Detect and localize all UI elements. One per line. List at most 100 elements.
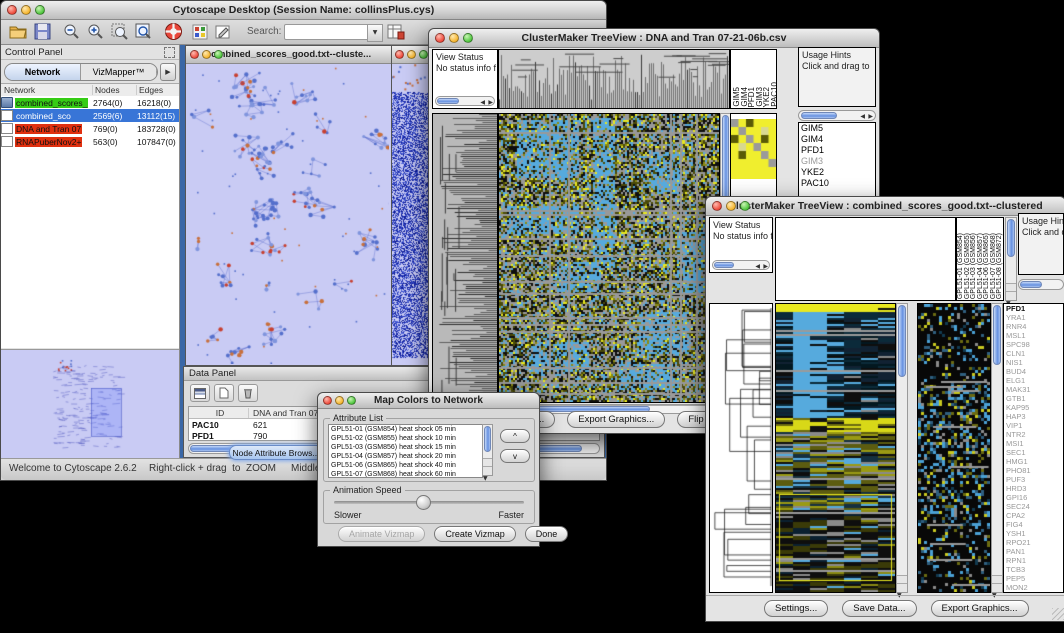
- tv2-heatmap-vscrollbar[interactable]: ▲ ▼: [896, 303, 908, 593]
- move-down-button[interactable]: v: [500, 449, 530, 463]
- tv2-action-button[interactable]: Export Graphics...: [931, 600, 1029, 617]
- scroll-thumb[interactable]: [993, 305, 1001, 365]
- scroll-right-icon[interactable]: ▶: [488, 99, 493, 106]
- help-lifesaver-icon[interactable]: [164, 22, 183, 41]
- network-row[interactable]: combined_sco 2569(6) 13112(15): [1, 109, 179, 122]
- zoom-button[interactable]: [347, 396, 356, 405]
- scroll-thumb[interactable]: [437, 98, 459, 104]
- network-row[interactable]: DNA and Tran 07 769(0) 183728(0): [1, 122, 179, 135]
- tv2-action-button[interactable]: Settings...: [764, 600, 828, 617]
- tv1-action-button[interactable]: Export Graphics...: [567, 411, 665, 428]
- network-overview[interactable]: [1, 349, 179, 459]
- scroll-down-icon[interactable]: ▼: [483, 475, 488, 482]
- scroll-right-icon[interactable]: ▶: [868, 113, 873, 121]
- gene-label[interactable]: CPA2: [1004, 511, 1063, 520]
- gene-label[interactable]: VIP1: [1004, 421, 1063, 430]
- scroll-thumb[interactable]: [722, 115, 729, 203]
- scroll-thumb[interactable]: [898, 305, 906, 377]
- float-panel-icon[interactable]: [164, 47, 175, 58]
- close-button[interactable]: [712, 201, 722, 211]
- gene-label[interactable]: PUF3: [1004, 475, 1063, 484]
- zoom-button[interactable]: [214, 50, 223, 59]
- treeview1-titlebar[interactable]: ClusterMaker TreeView : DNA and Tran 07-…: [429, 29, 879, 48]
- close-button[interactable]: [435, 33, 445, 43]
- gene-label[interactable]: HAP3: [1004, 412, 1063, 421]
- open-session-icon[interactable]: [9, 23, 27, 40]
- gene-label[interactable]: MSI1: [1004, 439, 1063, 448]
- close-button[interactable]: [7, 5, 17, 15]
- attribute-list-item[interactable]: GPL51-06 (GSM865) heat shock 40 min: [329, 461, 482, 470]
- network-row[interactable]: combined_scores_ 2764(0) 16218(0): [1, 96, 179, 109]
- scroll-thumb[interactable]: [1007, 219, 1015, 257]
- scroll-thumb[interactable]: [801, 112, 837, 119]
- gene-label[interactable]: FIG4: [1004, 520, 1063, 529]
- node-attribute-browser-button[interactable]: Node Attribute Brows...: [229, 445, 323, 460]
- gene-label[interactable]: SEC1: [1004, 448, 1063, 457]
- gene-label[interactable]: GIM5: [799, 123, 875, 134]
- gene-label[interactable]: PFD1: [799, 145, 875, 156]
- tv2-row-dendrogram[interactable]: [709, 303, 773, 593]
- tv2-zoom-heatmap[interactable]: [917, 303, 991, 593]
- column-label[interactable]: GPL51-08 (GSM872): [997, 233, 1004, 299]
- close-button[interactable]: [323, 396, 332, 405]
- attribute-list-item[interactable]: GPL51-02 (GSM855) heat shock 10 min: [329, 434, 482, 443]
- attribute-list-item[interactable]: GPL51-07 (GSM868) heat shock 60 min: [329, 470, 482, 478]
- gene-label[interactable]: SEC24: [1004, 502, 1063, 511]
- scroll-thumb[interactable]: [484, 426, 491, 452]
- attribute-list-scrollbar[interactable]: ▲ ▼: [482, 424, 493, 476]
- attribute-list-item[interactable]: GPL51-01 (GSM854) heat shock 05 min: [329, 425, 482, 434]
- dialog-button[interactable]: Animate Vizmap: [338, 526, 425, 542]
- treeview2-titlebar[interactable]: ClusterMaker TreeView : combined_scores_…: [706, 197, 1064, 216]
- attribute-list-item[interactable]: GPL51-04 (GSM857) heat shock 20 min: [329, 452, 482, 461]
- gene-label[interactable]: RNR4: [1004, 322, 1063, 331]
- network-canvas[interactable]: [186, 64, 389, 364]
- tv1-hints-scrollbar[interactable]: ◀▶: [798, 110, 876, 121]
- new-attribute-icon[interactable]: [214, 384, 234, 402]
- move-up-button[interactable]: ^: [500, 429, 530, 443]
- zoom-selected-icon[interactable]: [111, 23, 128, 40]
- gene-label[interactable]: GTB1: [1004, 394, 1063, 403]
- gene-label[interactable]: RPO21: [1004, 538, 1063, 547]
- gene-label[interactable]: TCB3: [1004, 565, 1063, 574]
- minimize-button[interactable]: [726, 201, 736, 211]
- delete-attribute-icon[interactable]: [238, 384, 258, 402]
- gene-label[interactable]: PAN1: [1004, 547, 1063, 556]
- attribute-list-item[interactable]: GPL51-03 (GSM856) heat shock 15 min: [329, 443, 482, 452]
- tab[interactable]: VizMapper™: [81, 64, 157, 80]
- main-titlebar[interactable]: Cytoscape Desktop (Session Name: collins…: [1, 1, 606, 20]
- search-dropdown-button[interactable]: ▼: [367, 24, 383, 42]
- zoom-button[interactable]: [35, 5, 45, 15]
- vizmapper-icon[interactable]: [192, 24, 208, 40]
- zoom-in-icon[interactable]: [87, 23, 104, 40]
- scroll-thumb[interactable]: [714, 262, 734, 268]
- save-session-icon[interactable]: [34, 23, 51, 40]
- dialog-button[interactable]: Create Vizmap: [434, 526, 515, 542]
- gene-label[interactable]: HRD3: [1004, 484, 1063, 493]
- tv2-genes-vscrollbar[interactable]: ▲ ▼: [991, 303, 1003, 593]
- gene-label[interactable]: ELG1: [1004, 376, 1063, 385]
- gene-label[interactable]: NIS1: [1004, 358, 1063, 367]
- attribute-browser-icon[interactable]: [387, 23, 405, 40]
- gene-label[interactable]: GIM3: [799, 156, 875, 167]
- gene-label[interactable]: GPI16: [1004, 493, 1063, 502]
- gene-label[interactable]: YRA1: [1004, 313, 1063, 322]
- scroll-left-icon[interactable]: ◀: [480, 99, 485, 106]
- close-button[interactable]: [190, 50, 199, 59]
- gene-label[interactable]: MSL1: [1004, 331, 1063, 340]
- tv2-action-button[interactable]: Save Data...: [842, 600, 916, 617]
- zoom-button[interactable]: [740, 201, 750, 211]
- resize-grip[interactable]: [1052, 608, 1064, 620]
- gene-label[interactable]: PEP5: [1004, 574, 1063, 583]
- network-frame-titlebar[interactable]: combined_scores_good.txt--cluste...: [186, 46, 391, 64]
- minimize-button[interactable]: [21, 5, 31, 15]
- select-attributes-icon[interactable]: [190, 384, 210, 402]
- tv1-status-scrollbar[interactable]: ◀▶: [435, 96, 495, 106]
- tab[interactable]: Network: [5, 64, 81, 80]
- tv2-column-dendrogram[interactable]: [775, 217, 956, 301]
- minimize-button[interactable]: [449, 33, 459, 43]
- tv1-heatmap[interactable]: [498, 113, 720, 403]
- scroll-thumb[interactable]: [1020, 281, 1042, 288]
- gene-label[interactable]: YSH1: [1004, 529, 1063, 538]
- zoom-button[interactable]: [463, 33, 473, 43]
- scroll-left-icon[interactable]: ◀: [755, 263, 760, 270]
